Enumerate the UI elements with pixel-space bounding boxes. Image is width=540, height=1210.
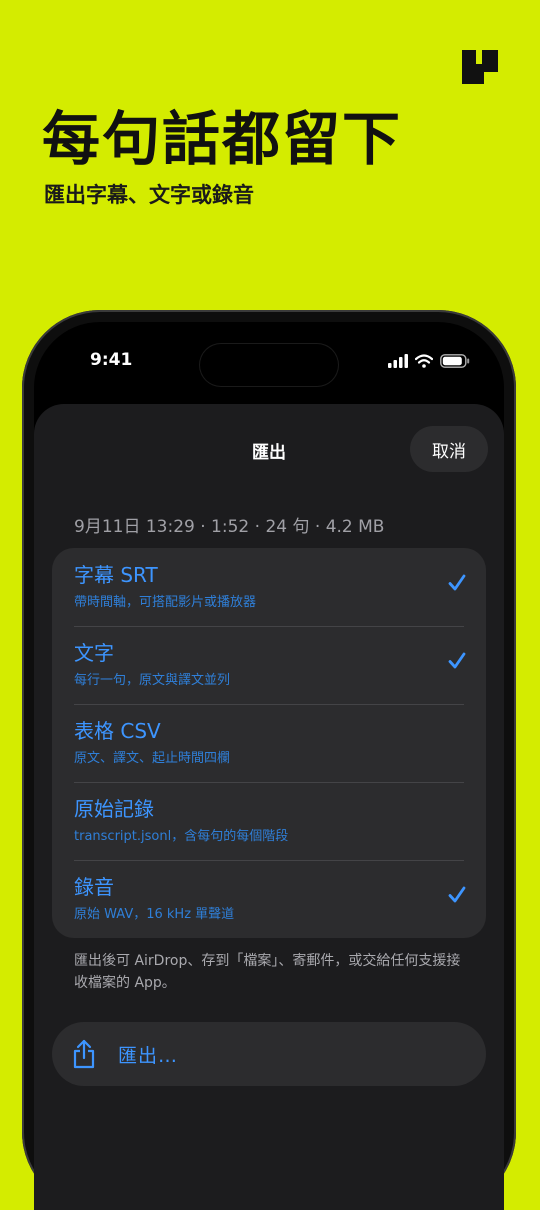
wifi-icon: [415, 354, 433, 368]
subheadline: 匯出字幕、文字或錄音: [44, 183, 254, 207]
option-raw-log[interactable]: 原始記錄 transcript.jsonl，含每句的每個階段: [52, 782, 486, 860]
status-icons: [388, 354, 470, 368]
option-title: 文字: [74, 641, 114, 665]
export-button-label: 匯出…: [118, 1044, 179, 1067]
option-desc: 每行一句，原文與譯文並列: [74, 673, 231, 688]
option-desc: 原文、譯文、起止時間四欄: [74, 751, 231, 766]
app-logo-icon: [462, 50, 498, 84]
phone-screen: 9:41 匯出 取消 9月11日 13:29 · 1:52 · 24 句 · 4…: [34, 322, 504, 1210]
checkmark-icon: [448, 886, 466, 903]
option-title: 字幕 SRT: [74, 563, 158, 587]
option-desc: transcript.jsonl，含每句的每個階段: [74, 829, 289, 844]
checkmark-icon: [448, 574, 466, 591]
recording-meta: 9月11日 13:29 · 1:52 · 24 句 · 4.2 MB: [74, 517, 385, 537]
option-text[interactable]: 文字 每行一句，原文與譯文並列: [52, 626, 486, 704]
option-title: 原始記錄: [74, 797, 154, 821]
export-note: 匯出後可 AirDrop、存到「檔案」、寄郵件，或交給任何支援接收檔案的 App…: [74, 953, 461, 991]
option-title: 錄音: [74, 875, 114, 899]
option-desc: 原始 WAV，16 kHz 單聲道: [74, 907, 235, 922]
export-options-list: 字幕 SRT 帶時間軸，可搭配影片或播放器 文字 每行一句，原文與譯文並列 表格…: [52, 548, 486, 938]
checkmark-icon: [448, 652, 466, 669]
dynamic-island: [200, 344, 338, 386]
option-audio[interactable]: 錄音 原始 WAV，16 kHz 單聲道: [52, 860, 486, 938]
option-title: 表格 CSV: [74, 719, 161, 743]
export-sheet: 匯出 取消 9月11日 13:29 · 1:52 · 24 句 · 4.2 MB…: [34, 404, 504, 1210]
option-srt[interactable]: 字幕 SRT 帶時間軸，可搭配影片或播放器: [52, 548, 486, 626]
share-icon: [73, 1039, 95, 1069]
status-time: 9:41: [90, 350, 133, 370]
option-desc: 帶時間軸，可搭配影片或播放器: [74, 595, 257, 610]
headline: 每句話都留下: [42, 105, 403, 173]
battery-icon: [440, 354, 470, 368]
phone-frame: 9:41 匯出 取消 9月11日 13:29 · 1:52 · 24 句 · 4…: [22, 310, 516, 1210]
export-button[interactable]: 匯出…: [52, 1022, 486, 1086]
signal-icon: [388, 354, 408, 368]
option-csv[interactable]: 表格 CSV 原文、譯文、起止時間四欄: [52, 704, 486, 782]
cancel-button[interactable]: 取消: [410, 426, 488, 472]
